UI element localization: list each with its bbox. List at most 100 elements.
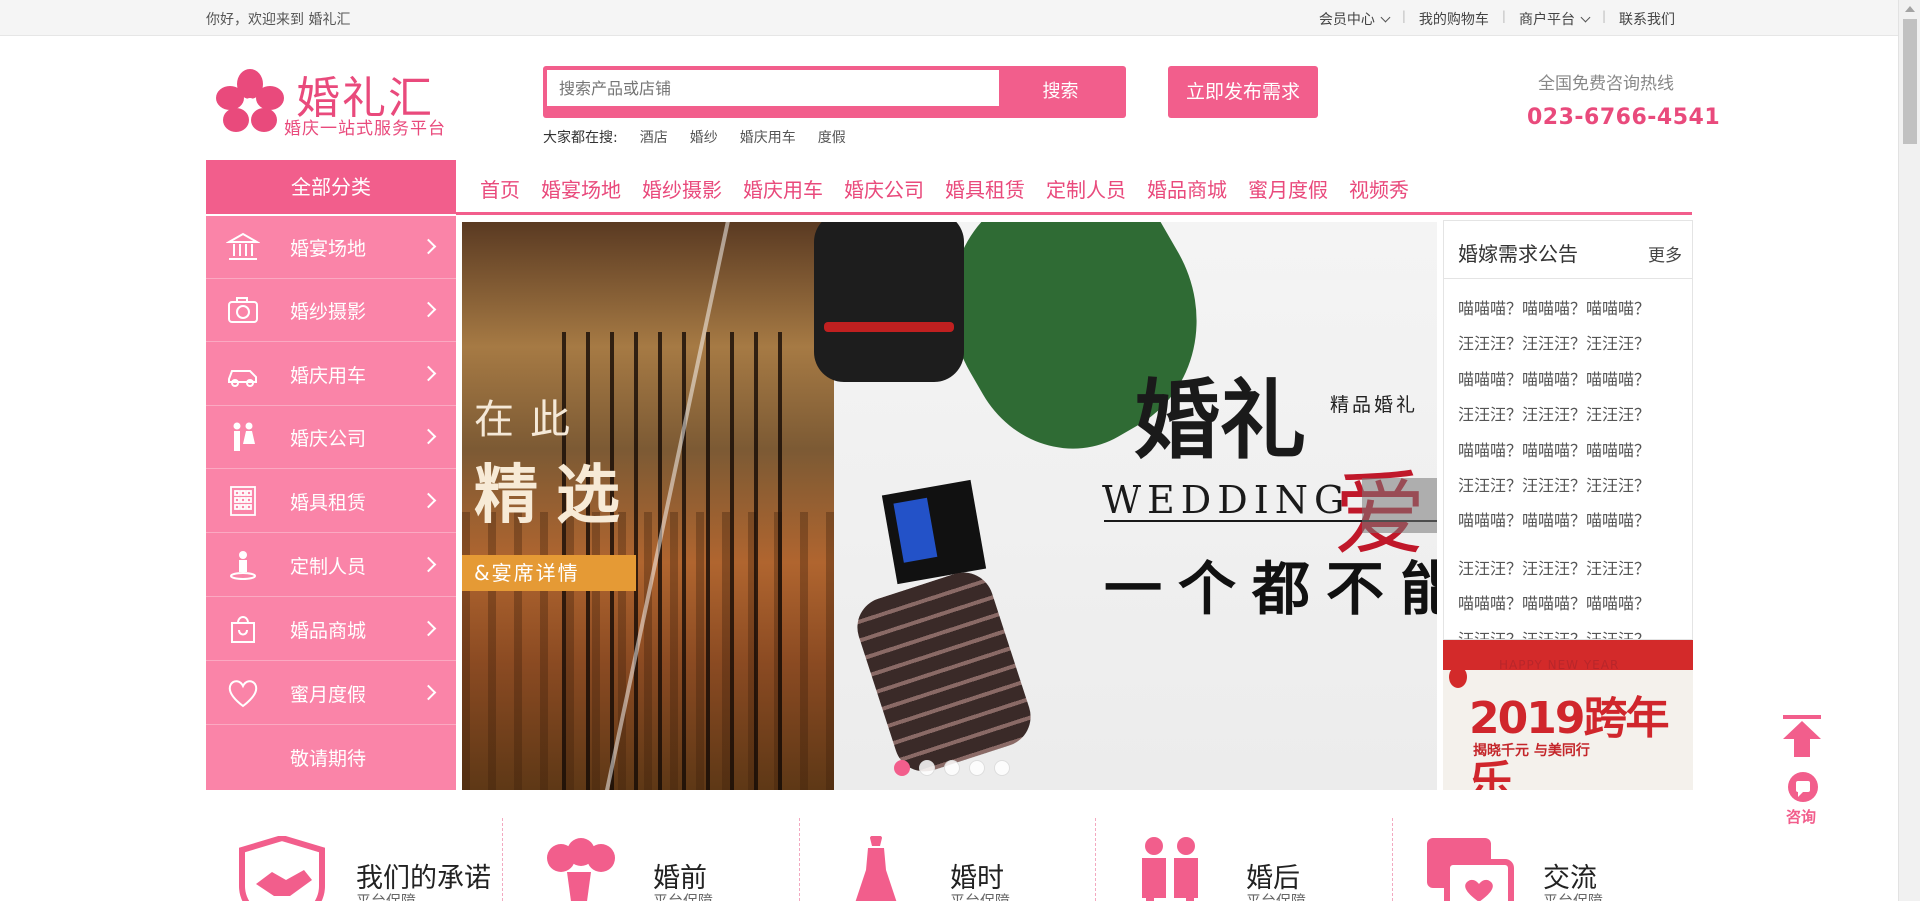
merchant-platform-label: 商户平台 — [1518, 12, 1575, 28]
nav-item-photography[interactable]: 婚纱摄影 — [642, 174, 722, 203]
person-icon — [230, 551, 256, 580]
hot-search-item[interactable]: 度假 — [818, 127, 846, 147]
flower-icon — [216, 69, 284, 132]
nav-item-mall[interactable]: 婚品商城 — [1147, 174, 1227, 203]
heart-icon — [228, 680, 258, 708]
promo-subtitle: 揭晓千元 与美同行 — [1473, 743, 1590, 759]
banner-slogan: 一个都不能 — [1104, 555, 1437, 623]
chat-icon — [1427, 838, 1514, 901]
contact-link[interactable]: 联系我们 — [1606, 9, 1688, 29]
hot-search-item[interactable]: 婚纱 — [690, 127, 718, 147]
member-center-label: 会员中心 — [1318, 12, 1375, 28]
banner-next-button[interactable] — [1362, 478, 1437, 533]
guarantee-subtitle: 平台保障 — [356, 892, 417, 901]
guarantee-during[interactable]: 婚时 平台保障 — [800, 818, 1096, 901]
notice-item[interactable]: 喵喵喵？喵喵喵？喵喵喵？ — [1458, 586, 1692, 621]
notice-item[interactable]: 汪汪汪？汪汪汪？汪汪汪？ — [1458, 468, 1692, 503]
notice-title: 婚嫁需求公告 — [1458, 242, 1578, 266]
banner-image-wedding: 婚礼 精品婚礼 爱 WEDDING 一个都不能 — [814, 222, 1437, 790]
shopping-bag-icon — [231, 616, 255, 643]
site-logo[interactable]: 婚礼汇 婚庆一站式服务平台 — [206, 62, 456, 139]
guarantee-before[interactable]: 婚前 平台保障 — [503, 818, 800, 901]
banner-title: 婚礼 — [1134, 370, 1306, 471]
demand-notice-panel: 婚嫁需求公告 更多 喵喵喵？喵喵喵？喵喵喵？ 汪汪汪？汪汪汪？汪汪汪？ 喵喵喵？… — [1443, 220, 1693, 640]
cart-label: 我的购物车 — [1418, 12, 1489, 28]
notice-list: 喵喵喵？喵喵喵？喵喵喵？ 汪汪汪？汪汪汪？汪汪汪？ 喵喵喵？喵喵喵？喵喵喵？ 汪… — [1444, 279, 1692, 639]
member-center-link[interactable]: 会员中心 — [1306, 9, 1402, 29]
sidebar-item-rental[interactable]: 婚具租赁 — [206, 470, 456, 533]
nav-item-video[interactable]: 视频秀 — [1349, 174, 1409, 203]
sidebar-item-honeymoon[interactable]: 蜜月度假 — [206, 662, 456, 725]
arrow-up-icon[interactable] — [1779, 713, 1825, 759]
sidebar-item-mall[interactable]: 婚品商城 — [206, 598, 456, 661]
all-categories-button[interactable]: 全部分类 — [206, 160, 456, 214]
search-button[interactable]: 搜索 — [999, 70, 1122, 114]
sidebar-item-label: 婚纱摄影 — [290, 301, 367, 323]
cart-link[interactable]: 我的购物车 — [1406, 9, 1502, 29]
merchant-platform-link[interactable]: 商户平台 — [1506, 9, 1602, 29]
sidebar-item-label: 婚品商城 — [290, 620, 367, 642]
nav-item-venue[interactable]: 婚宴场地 — [541, 174, 621, 203]
sidebar-item-photography[interactable]: 婚纱摄影 — [206, 279, 456, 342]
scrollbar-thumb[interactable] — [1903, 19, 1917, 144]
chevron-right-icon — [420, 620, 437, 637]
sidebar-item-staff[interactable]: 定制人员 — [206, 534, 456, 597]
dress-icon — [855, 836, 897, 901]
guarantee-subtitle: 平台保障 — [653, 892, 714, 901]
nav-item-honeymoon[interactable]: 蜜月度假 — [1248, 174, 1328, 203]
lantern-icon — [1449, 666, 1467, 688]
banner-pagination — [894, 760, 1010, 776]
notice-more-link[interactable]: 更多 — [1648, 241, 1682, 266]
sidebar-item-car[interactable]: 婚庆用车 — [206, 343, 456, 406]
camera-icon — [228, 297, 258, 323]
banner-tag: &宴席详情 — [462, 555, 636, 591]
notice-item[interactable]: 汪汪汪？汪汪汪？汪汪汪？ — [1458, 622, 1692, 639]
sidebar-item-label: 婚具租赁 — [290, 492, 367, 514]
film-roll-decoration — [849, 564, 1039, 780]
banner-dot[interactable] — [969, 760, 985, 776]
notice-item[interactable]: 喵喵喵？喵喵喵？喵喵喵？ — [1458, 362, 1692, 397]
nav-item-company[interactable]: 婚庆公司 — [844, 174, 924, 203]
guarantee-exchange[interactable]: 交流 平台保障 — [1393, 818, 1693, 901]
couple-icon — [233, 422, 255, 451]
vertical-scrollbar[interactable] — [1898, 0, 1920, 901]
publish-demand-button[interactable]: 立即发布需求 — [1168, 66, 1318, 118]
notice-item[interactable]: 汪汪汪？汪汪汪？汪汪汪？ — [1458, 326, 1692, 361]
hero-banner[interactable]: 在此 精选 &宴席详情 婚礼 精品婚礼 爱 WEDDING 一个都不能 — [462, 222, 1437, 790]
couple-icon — [1142, 837, 1198, 901]
guarantee-after[interactable]: 婚后 平台保障 — [1096, 818, 1393, 901]
notice-item[interactable]: 喵喵喵？喵喵喵？喵喵喵？ — [1458, 433, 1692, 468]
sidebar-item-label: 婚宴场地 — [290, 238, 367, 260]
new-year-promo-banner[interactable]: HAPPY NEW YEAR 2019跨年乐 揭晓千元 与美同行 — [1443, 640, 1693, 790]
notice-item[interactable]: 喵喵喵？喵喵喵？喵喵喵？ — [1458, 291, 1692, 326]
hot-search-item[interactable]: 婚庆用车 — [740, 127, 796, 147]
guarantee-promise[interactable]: 我们的承诺 平台保障 — [206, 818, 503, 901]
sidebar-item-label: 定制人员 — [290, 556, 367, 578]
sidebar-item-venue[interactable]: 婚宴场地 — [206, 216, 456, 279]
nav-item-car[interactable]: 婚庆用车 — [743, 174, 823, 203]
nav-item-rental[interactable]: 婚具租赁 — [945, 174, 1025, 203]
promo-title: 2019跨年乐 — [1469, 693, 1669, 790]
notice-header: 婚嫁需求公告 更多 — [1444, 221, 1692, 279]
banner-dot-active[interactable] — [894, 760, 910, 776]
nav-item-home[interactable]: 首页 — [480, 174, 520, 203]
nav-item-staff[interactable]: 定制人员 — [1046, 174, 1126, 203]
notice-item[interactable]: 汪汪汪？汪汪汪？汪汪汪？ — [1458, 397, 1692, 432]
banner-dot[interactable] — [994, 760, 1010, 776]
hot-search-item[interactable]: 酒店 — [640, 127, 668, 147]
top-links: 会员中心 | 我的购物车 | 商户平台 | 联系我们 — [1306, 9, 1688, 29]
consult-label: 咨询 — [1786, 808, 1817, 826]
banner-dot[interactable] — [919, 760, 935, 776]
banner-dot[interactable] — [944, 760, 960, 776]
sidebar-item-label: 敬请期待 — [290, 748, 367, 770]
search-input[interactable] — [547, 70, 999, 106]
banner-image-venue: 在此 精选 &宴席详情 — [462, 222, 834, 790]
notice-item[interactable]: 喵喵喵？喵喵喵？喵喵喵？ — [1458, 503, 1692, 538]
sidebar-item-company[interactable]: 婚庆公司 — [206, 406, 456, 469]
consult-button[interactable]: 咨询 — [1786, 770, 1820, 830]
sidebar-item-label: 婚庆公司 — [290, 428, 367, 450]
scroll-up-arrow-icon[interactable] — [1905, 6, 1915, 12]
hot-search-label: 大家都在搜: — [543, 130, 618, 146]
notice-item[interactable]: 汪汪汪？汪汪汪？汪汪汪？ — [1458, 551, 1692, 586]
main-nav: 首页 婚宴场地 婚纱摄影 婚庆用车 婚庆公司 婚具租赁 定制人员 婚品商城 蜜月… — [456, 160, 1692, 215]
